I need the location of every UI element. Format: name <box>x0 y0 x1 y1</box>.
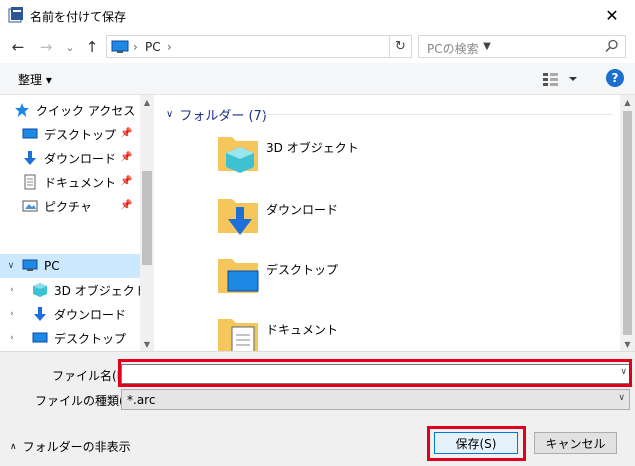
expand-chevron-icon[interactable]: › <box>10 333 32 343</box>
sidebar-item-label: ダウンロード <box>44 151 117 166</box>
folder-label: デスクトップ <box>266 263 339 277</box>
folder-item-downloads[interactable]: ダウンロード <box>216 193 516 247</box>
folder-label: ドキュメント <box>266 323 339 337</box>
save-highlight-box <box>427 426 526 461</box>
change-view-icon[interactable] <box>541 70 581 88</box>
address-separator: › <box>167 40 172 54</box>
scrollbar-thumb[interactable] <box>623 111 632 335</box>
navigation-pane-scrollbar[interactable]: ▲ ▼ <box>140 95 154 351</box>
sidebar-item-downloads[interactable]: ダウンロード 📌 <box>22 146 154 170</box>
sidebar-item-pc-downloads[interactable]: › ダウンロード <box>10 302 150 326</box>
3d-objects-icon <box>33 283 47 297</box>
sidebar-item-quick-access[interactable]: クイック アクセス <box>14 98 154 122</box>
desktop-icon <box>22 128 38 139</box>
scroll-down-arrow-icon[interactable]: ▼ <box>620 337 635 351</box>
sidebar-item-pc[interactable]: ∨ PC <box>0 254 140 278</box>
sidebar-item-label: 3D オブジェクト <box>54 283 147 298</box>
group-title: フォルダー (7) <box>179 109 267 124</box>
cancel-button[interactable]: キャンセル <box>534 432 617 454</box>
recent-locations-button[interactable]: ⌄ <box>60 37 80 57</box>
search-icon <box>605 39 618 53</box>
pin-icon: 📌 <box>120 200 133 211</box>
scroll-up-arrow-icon[interactable]: ▲ <box>620 95 635 109</box>
search-placeholder: PCの検索 <box>427 42 479 56</box>
navigation-pane: クイック アクセス デスクトップ 📌 ダウンロード 📌 ドキュメント 📌 ピクチ… <box>0 95 154 351</box>
desktop-icon <box>32 332 48 343</box>
download-icon <box>34 307 46 321</box>
hide-folders-toggle[interactable]: ∧ フォルダーの非表示 <box>10 438 131 455</box>
scroll-up-arrow-icon[interactable]: ▲ <box>140 95 154 109</box>
filetype-value: *.arc <box>127 393 156 407</box>
documents-folder-icon <box>218 319 258 351</box>
sidebar-item-documents[interactable]: ドキュメント 📌 <box>22 170 154 194</box>
collapse-chevron-icon[interactable]: ∨ <box>166 109 173 120</box>
filetype-select[interactable]: *.arc ∨ <box>121 389 630 410</box>
address-crumb-pc[interactable]: PC <box>145 40 161 54</box>
window-title: 名前を付けて保存 <box>30 10 127 24</box>
expand-chevron-icon[interactable]: › <box>10 285 32 295</box>
sidebar-item-3d-objects[interactable]: › 3D オブジェクト <box>10 278 150 302</box>
scroll-down-arrow-icon[interactable]: ▼ <box>140 337 154 351</box>
scrollbar-thumb[interactable] <box>142 171 152 265</box>
pin-icon: 📌 <box>120 152 133 163</box>
search-input[interactable]: PCの検索 <box>418 35 626 58</box>
group-divider <box>262 114 612 115</box>
sidebar-item-label: PC <box>44 259 60 273</box>
folder-label: 3D オブジェクト <box>266 141 359 155</box>
sidebar-item-label: ドキュメント <box>44 175 117 190</box>
download-folder-icon <box>218 199 258 235</box>
pc-icon <box>111 40 129 53</box>
hide-folders-label: フォルダーの非表示 <box>22 440 131 454</box>
pin-icon: 📌 <box>120 128 133 139</box>
sidebar-item-pc-desktop[interactable]: › デスクトップ <box>10 326 150 350</box>
sidebar-item-label: ダウンロード <box>54 307 127 322</box>
chevron-up-icon: ∧ <box>10 441 17 452</box>
up-button[interactable]: ↑ <box>82 37 102 57</box>
filename-highlight-box <box>118 359 632 387</box>
file-list-scrollbar[interactable]: ▲ ▼ <box>620 95 635 351</box>
folder-label: ダウンロード <box>266 203 339 217</box>
sidebar-item-label: クイック アクセス <box>36 103 136 118</box>
collapse-chevron-icon[interactable]: ∨ <box>0 261 22 271</box>
save-form: ファイル名(N): ∨ ファイルの種類(T): *.arc ∨ ∧ フォルダーの… <box>0 351 635 466</box>
pictures-icon <box>22 200 38 212</box>
expand-chevron-icon[interactable]: › <box>10 309 32 319</box>
address-separator: › <box>133 40 138 54</box>
sidebar-item-pictures[interactable]: ピクチャ 📌 <box>22 194 154 218</box>
refresh-button[interactable]: ↻ <box>389 35 411 58</box>
file-list: ∨ フォルダー (7) 3D オブジェクト ダウンロード デスクトップ ドキュメ… <box>158 95 620 351</box>
organize-menu[interactable]: 整理 ▾ <box>18 71 52 88</box>
pc-icon <box>22 259 38 271</box>
folder-item-documents[interactable]: ドキュメント <box>216 313 516 351</box>
forward-button[interactable]: → <box>36 37 56 57</box>
download-icon <box>24 151 36 165</box>
3d-objects-folder-icon <box>218 137 258 173</box>
chevron-down-icon[interactable]: ∨ <box>618 393 625 403</box>
folder-group-header[interactable]: ∨ フォルダー (7) <box>166 105 267 124</box>
star-icon <box>15 103 29 117</box>
folder-item-3d-objects[interactable]: 3D オブジェクト <box>216 131 516 185</box>
sidebar-item-label: デスクトップ <box>54 331 127 346</box>
document-icon <box>24 174 36 190</box>
sidebar-item-label: デスクトップ <box>44 127 117 142</box>
save-dialog-icon <box>8 7 23 23</box>
sidebar-item-label: ピクチャ <box>44 199 92 214</box>
back-button[interactable]: ← <box>8 37 28 57</box>
pin-icon: 📌 <box>120 176 133 187</box>
title-bar: 名前を付けて保存 ✕ <box>0 0 635 31</box>
desktop-folder-icon <box>218 259 259 293</box>
help-button[interactable]: ? <box>606 69 624 87</box>
folder-item-desktop[interactable]: デスクトップ <box>216 253 516 307</box>
address-bar[interactable]: › PC › ▼ <box>106 35 491 58</box>
command-toolbar: 整理 ▾ ? <box>0 63 635 95</box>
sidebar-item-desktop[interactable]: デスクトップ 📌 <box>22 122 154 146</box>
close-button[interactable]: ✕ <box>589 0 635 31</box>
